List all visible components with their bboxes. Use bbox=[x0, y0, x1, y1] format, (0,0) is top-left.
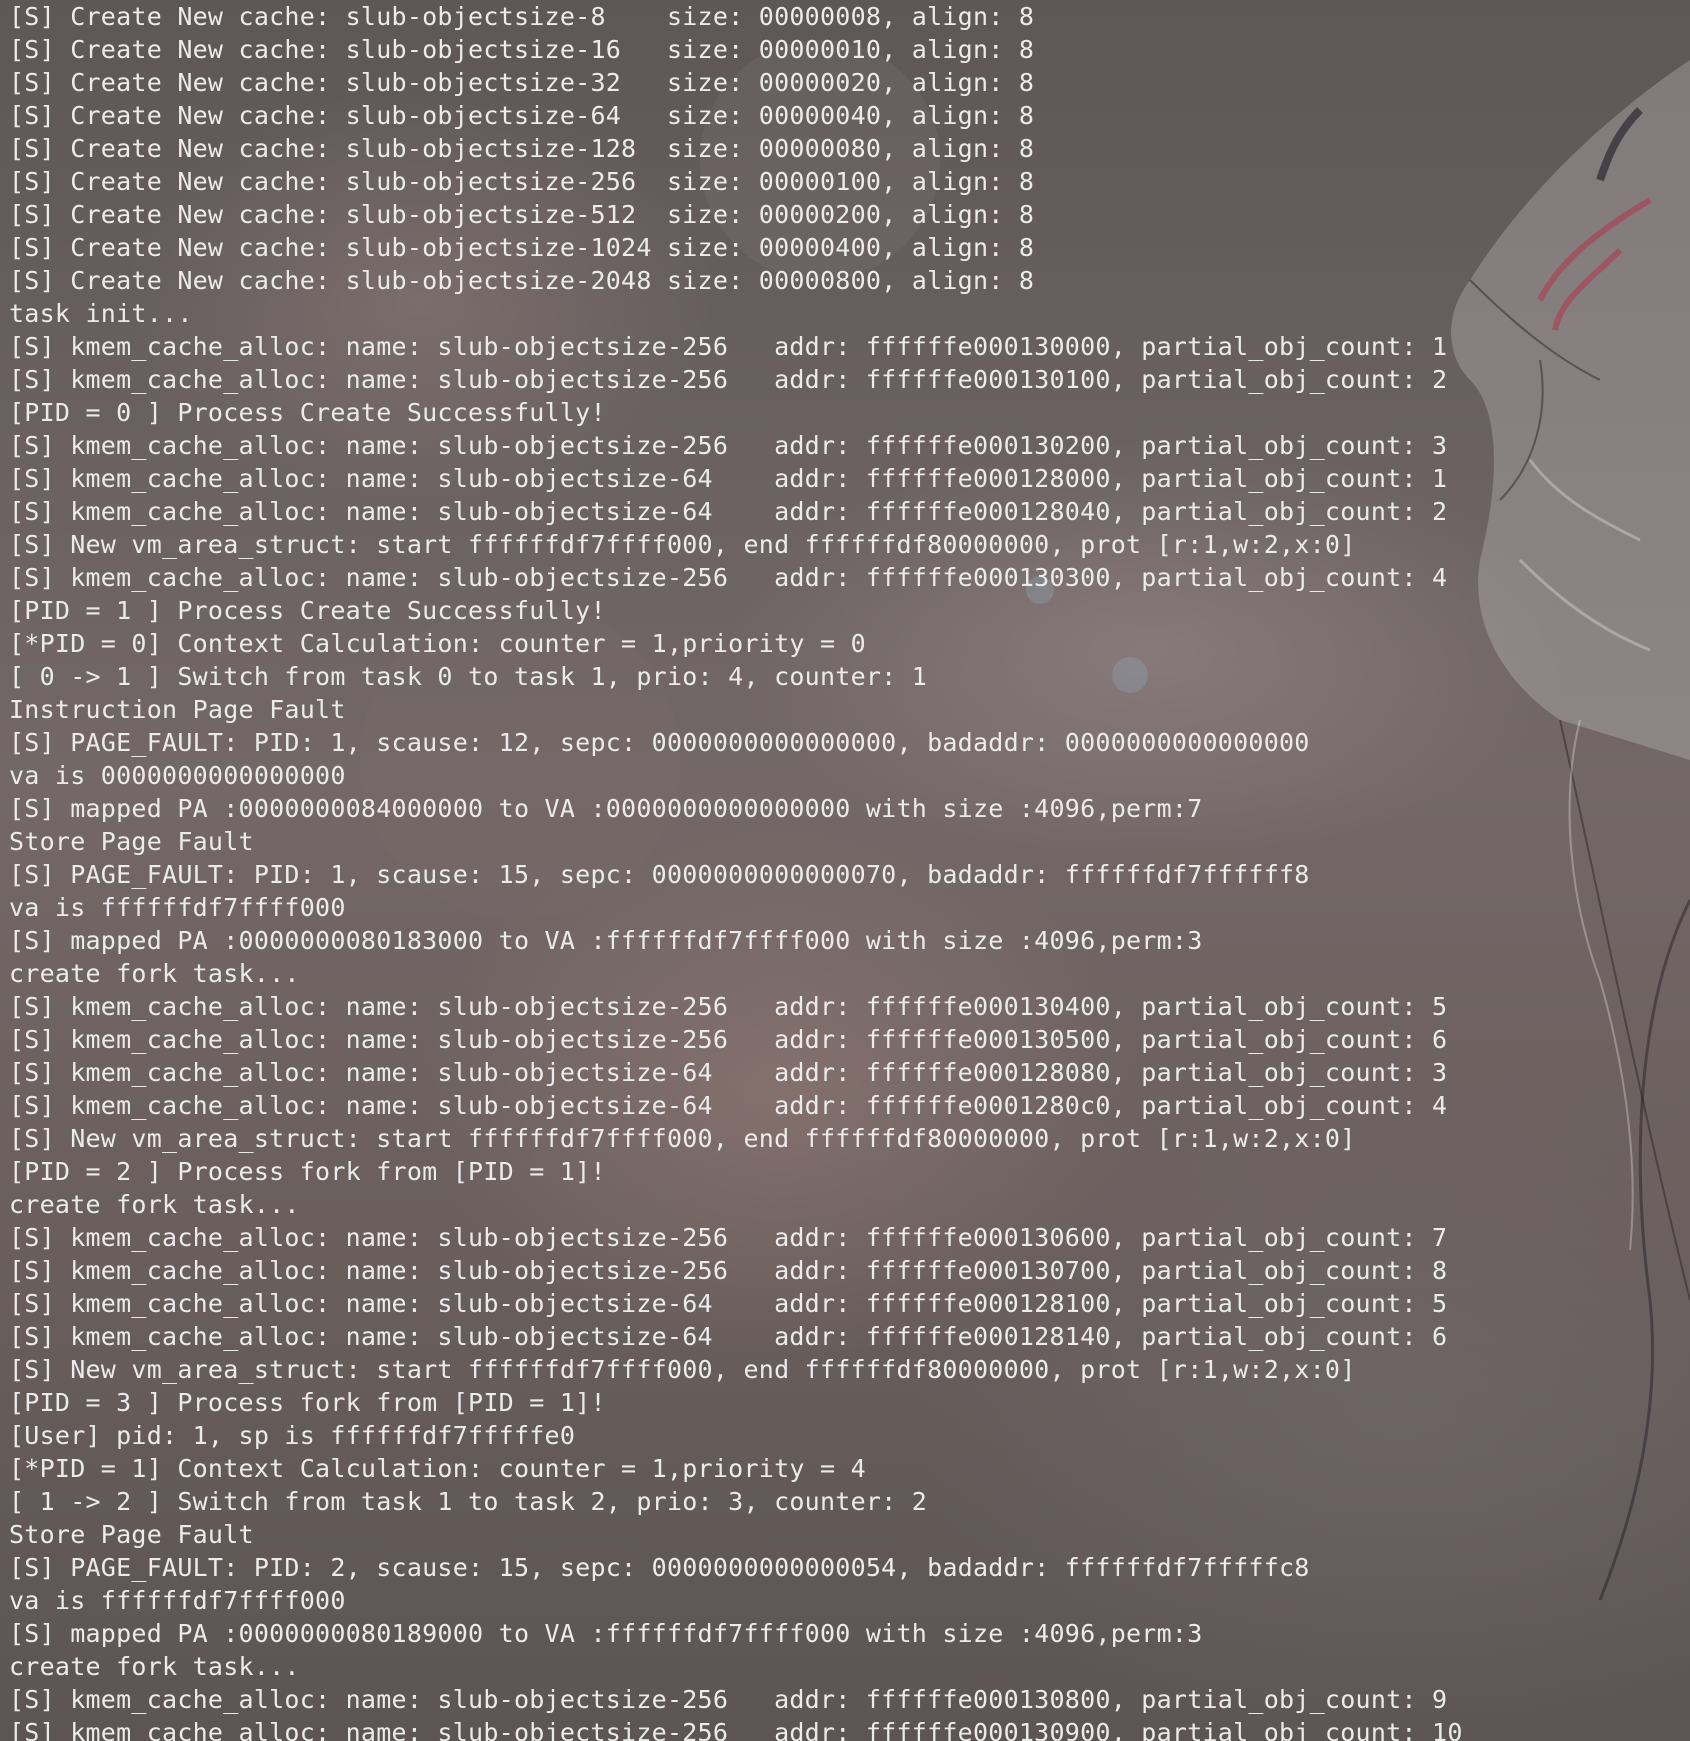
terminal-line: [*PID = 0] Context Calculation: counter … bbox=[9, 629, 866, 658]
terminal-line: [S] Create New cache: slub-objectsize-12… bbox=[9, 134, 1035, 163]
terminal-line: [S] mapped PA :0000000084000000 to VA :0… bbox=[9, 794, 1203, 823]
terminal-line: [S] kmem_cache_alloc: name: slub-objects… bbox=[9, 1322, 1448, 1351]
terminal-line: create fork task... bbox=[9, 1652, 300, 1681]
terminal-line: [S] Create New cache: slub-objectsize-64… bbox=[9, 101, 1035, 130]
terminal-line: [PID = 0 ] Process Create Successfully! bbox=[9, 398, 606, 427]
terminal-window[interactable]: [S] Create New cache: slub-objectsize-8 … bbox=[0, 0, 1690, 1741]
terminal-line: [PID = 2 ] Process fork from [PID = 1]! bbox=[9, 1157, 606, 1186]
terminal-line: [PID = 1 ] Process Create Successfully! bbox=[9, 596, 606, 625]
terminal-line: task init... bbox=[9, 299, 193, 328]
terminal-line: [S] Create New cache: slub-objectsize-10… bbox=[9, 233, 1035, 262]
terminal-line: [S] kmem_cache_alloc: name: slub-objects… bbox=[9, 497, 1448, 526]
terminal-line: Store Page Fault bbox=[9, 827, 254, 856]
terminal-line: [S] PAGE_FAULT: PID: 1, scause: 15, sepc… bbox=[9, 860, 1310, 889]
terminal-line: [S] kmem_cache_alloc: name: slub-objects… bbox=[9, 1256, 1448, 1285]
terminal-line: [PID = 3 ] Process fork from [PID = 1]! bbox=[9, 1388, 606, 1417]
terminal-line: [ 1 -> 2 ] Switch from task 1 to task 2,… bbox=[9, 1487, 928, 1516]
terminal-line: [S] kmem_cache_alloc: name: slub-objects… bbox=[9, 464, 1448, 493]
terminal-line: [S] Create New cache: slub-objectsize-20… bbox=[9, 266, 1035, 295]
terminal-line: Instruction Page Fault bbox=[9, 695, 346, 724]
terminal-line: [S] kmem_cache_alloc: name: slub-objects… bbox=[9, 332, 1448, 361]
terminal-line: [*PID = 1] Context Calculation: counter … bbox=[9, 1454, 866, 1483]
terminal-line: [S] Create New cache: slub-objectsize-32… bbox=[9, 68, 1035, 97]
terminal-line: [S] New vm_area_struct: start ffffffdf7f… bbox=[9, 1355, 1356, 1384]
terminal-line: [S] kmem_cache_alloc: name: slub-objects… bbox=[9, 992, 1448, 1021]
terminal-line: [S] kmem_cache_alloc: name: slub-objects… bbox=[9, 1289, 1448, 1318]
terminal-line: [S] kmem_cache_alloc: name: slub-objects… bbox=[9, 563, 1448, 592]
terminal-line: va is ffffffdf7ffff000 bbox=[9, 1586, 346, 1615]
terminal-line: [S] Create New cache: slub-objectsize-8 … bbox=[9, 2, 1035, 31]
terminal-line: [S] New vm_area_struct: start ffffffdf7f… bbox=[9, 1124, 1356, 1153]
terminal-line: [S] New vm_area_struct: start ffffffdf7f… bbox=[9, 530, 1356, 559]
terminal-line: [S] kmem_cache_alloc: name: slub-objects… bbox=[9, 1091, 1448, 1120]
terminal-line: create fork task... bbox=[9, 1190, 300, 1219]
terminal-output: [S] Create New cache: slub-objectsize-8 … bbox=[9, 0, 1463, 1741]
terminal-line: [User] pid: 1, sp is ffffffdf7fffffe0 bbox=[9, 1421, 576, 1450]
terminal-line: [S] mapped PA :0000000080183000 to VA :f… bbox=[9, 926, 1203, 955]
terminal-line: [S] kmem_cache_alloc: name: slub-objects… bbox=[9, 365, 1448, 394]
terminal-line: [S] kmem_cache_alloc: name: slub-objects… bbox=[9, 1223, 1448, 1252]
terminal-line: [S] kmem_cache_alloc: name: slub-objects… bbox=[9, 431, 1448, 460]
terminal-line: [S] Create New cache: slub-objectsize-51… bbox=[9, 200, 1035, 229]
terminal-line: [S] kmem_cache_alloc: name: slub-objects… bbox=[9, 1058, 1448, 1087]
terminal-line: [S] PAGE_FAULT: PID: 1, scause: 12, sepc… bbox=[9, 728, 1310, 757]
terminal-line: [S] kmem_cache_alloc: name: slub-objects… bbox=[9, 1025, 1448, 1054]
terminal-line: [ 0 -> 1 ] Switch from task 0 to task 1,… bbox=[9, 662, 928, 691]
terminal-line: va is 0000000000000000 bbox=[9, 761, 346, 790]
terminal-line: [S] Create New cache: slub-objectsize-16… bbox=[9, 35, 1035, 64]
terminal-line: [S] kmem_cache_alloc: name: slub-objects… bbox=[9, 1718, 1463, 1741]
terminal-line: [S] Create New cache: slub-objectsize-25… bbox=[9, 167, 1035, 196]
terminal-line: create fork task... bbox=[9, 959, 300, 988]
terminal-line: [S] mapped PA :0000000080189000 to VA :f… bbox=[9, 1619, 1203, 1648]
terminal-line: va is ffffffdf7ffff000 bbox=[9, 893, 346, 922]
terminal-line: [S] kmem_cache_alloc: name: slub-objects… bbox=[9, 1685, 1448, 1714]
terminal-line: [S] PAGE_FAULT: PID: 2, scause: 15, sepc… bbox=[9, 1553, 1310, 1582]
terminal-line: Store Page Fault bbox=[9, 1520, 254, 1549]
